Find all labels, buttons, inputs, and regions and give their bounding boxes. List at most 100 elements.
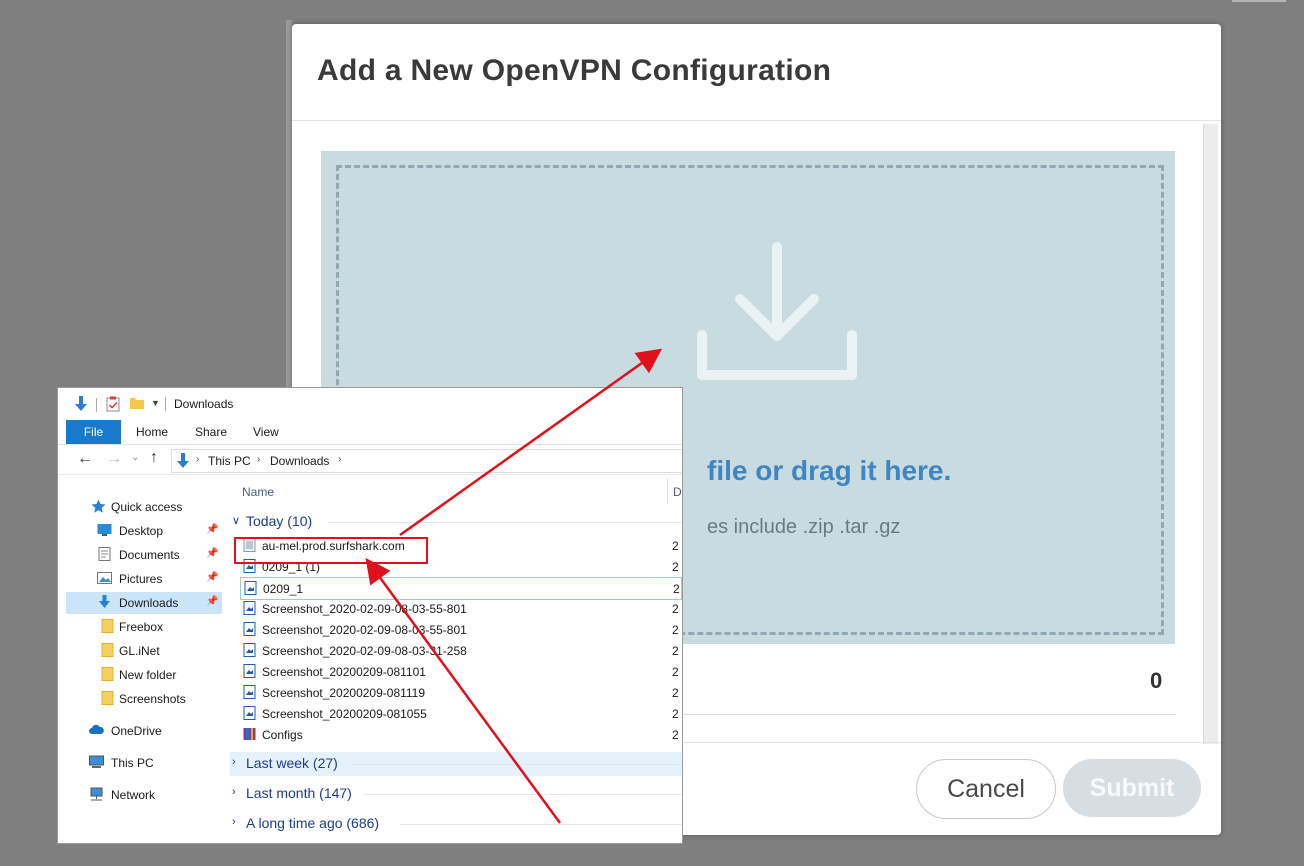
title-separator [165, 397, 166, 411]
group-today[interactable]: ∨ Today (10) [230, 510, 682, 534]
image-file-icon [243, 664, 256, 678]
chevron-right-icon: › [232, 816, 236, 828]
file-row[interactable]: Screenshot_20200209-081119 2 [240, 682, 680, 703]
folder-icon [101, 619, 114, 633]
file-date: 2 [672, 539, 679, 553]
file-row[interactable]: 0209_1 2 [240, 577, 682, 600]
properties-icon[interactable] [106, 396, 120, 412]
nav-item-new-folder[interactable]: New folder [66, 664, 222, 686]
pin-icon[interactable]: 📌 [206, 572, 218, 583]
file-date: 2 [672, 623, 679, 637]
group-label: Today (10) [246, 513, 313, 529]
file-row[interactable]: Screenshot_2020-02-09-08-03-31-258 2 [240, 640, 680, 661]
recent-locations-icon[interactable]: ⌄ [131, 452, 139, 463]
navigation-pane: Quick access Desktop 📌 Documents 📌 Pictu… [58, 474, 224, 843]
address-bar[interactable]: › This PC › Downloads › [171, 449, 682, 473]
nav-label: Pictures [119, 572, 163, 586]
file-date: 2 [672, 728, 679, 742]
tab-file[interactable]: File [66, 420, 121, 444]
group-long-ago[interactable]: › A long time ago (686) [230, 812, 682, 836]
breadcrumb-this-pc[interactable]: This PC [208, 454, 251, 468]
nav-label: Screenshots [119, 692, 186, 706]
file-row[interactable]: Screenshot_2020-02-09-08-03-55-801 2 [240, 619, 680, 640]
file-name: Configs [262, 728, 303, 742]
chevron-right-icon: › [232, 756, 236, 768]
breadcrumb-downloads[interactable]: Downloads [270, 454, 329, 468]
file-date: 2 [672, 665, 679, 679]
column-header-name[interactable]: Name [242, 485, 274, 499]
background-control [1232, 0, 1286, 2]
pin-icon[interactable]: 📌 [206, 524, 218, 535]
header-divider [292, 120, 1221, 121]
ribbon-tabs: File Home Share View [58, 420, 682, 445]
nav-item-pictures[interactable]: Pictures 📌 [66, 568, 222, 590]
new-folder-icon[interactable] [129, 396, 145, 410]
nav-item-onedrive[interactable]: OneDrive [66, 720, 222, 742]
breadcrumb-separator: › [338, 454, 342, 465]
cancel-button[interactable]: Cancel [916, 759, 1056, 819]
image-file-icon [243, 601, 256, 615]
nav-item-this-pc[interactable]: This PC [66, 752, 222, 774]
up-arrow-icon[interactable]: ↑ [150, 449, 158, 467]
group-label: Last week (27) [246, 755, 338, 771]
network-icon [90, 787, 103, 801]
file-name: Screenshot_20200209-081101 [262, 665, 426, 679]
nav-item-freebox[interactable]: Freebox [66, 616, 222, 638]
pin-icon[interactable]: 📌 [206, 548, 218, 559]
supported-types-text: es include .zip .tar .gz [707, 516, 901, 538]
file-row[interactable]: Screenshot_20200209-081055 2 [240, 703, 680, 724]
chevron-right-icon: › [232, 786, 236, 798]
title-bar: ▼ Downloads [58, 388, 682, 420]
nav-label: Documents [119, 548, 180, 562]
modal-title: Add a New OpenVPN Configuration [317, 54, 832, 87]
nav-label: Freebox [119, 620, 164, 634]
nav-item-downloads[interactable]: Downloads 📌 [66, 592, 222, 614]
chevron-down-icon: ∨ [232, 515, 241, 527]
file-date: 2 [673, 582, 680, 596]
breadcrumb-separator: › [196, 454, 200, 465]
tab-view[interactable]: View [253, 425, 279, 439]
column-divider[interactable] [667, 478, 668, 504]
list-divider [676, 714, 1176, 715]
pictures-icon [97, 572, 112, 584]
nav-label: Desktop [119, 524, 164, 538]
address-row: ← → ⌄ ↑ › This PC › Downloads › [58, 446, 682, 475]
back-arrow-icon[interactable]: ← [77, 450, 93, 468]
image-file-icon [243, 706, 256, 720]
nav-item-gl-inet[interactable]: GL.iNet [66, 640, 222, 662]
quick-access-dropdown-icon[interactable]: ▼ [151, 398, 160, 408]
column-header-date[interactable]: D [673, 485, 682, 499]
tab-share[interactable]: Share [195, 425, 227, 439]
star-icon [91, 499, 106, 513]
cloud-icon [89, 724, 104, 734]
file-row[interactable]: Screenshot_2020-02-09-08-03-55-801 2 [240, 598, 680, 619]
nav-label: GL.iNet [119, 644, 160, 658]
file-date: 2 [672, 707, 679, 721]
file-list: Name D ∨ Today (10) au-mel.prod.surfshar… [224, 474, 682, 843]
file-date: 2 [672, 560, 679, 574]
file-row[interactable]: Configs 2 [240, 724, 680, 745]
highlight-box [234, 537, 428, 564]
file-row[interactable]: Screenshot_20200209-081101 2 [240, 661, 680, 682]
forward-arrow-icon[interactable]: → [106, 450, 122, 468]
group-last-week[interactable]: › Last week (27) [230, 752, 682, 776]
folder-icon [101, 643, 114, 657]
nav-label: Network [111, 788, 156, 802]
submit-button[interactable]: Submit [1063, 759, 1201, 817]
modal-scrollbar[interactable] [1203, 124, 1218, 744]
group-rule [400, 824, 682, 825]
nav-item-desktop[interactable]: Desktop 📌 [66, 520, 222, 542]
file-explorer-window: ▼ Downloads File Home Share View ← → ⌄ ↑… [57, 387, 683, 844]
file-name: Screenshot_20200209-081119 [262, 686, 426, 700]
folder-icon [101, 691, 114, 705]
download-arrow-icon[interactable] [73, 395, 89, 413]
group-last-month[interactable]: › Last month (147) [230, 782, 682, 806]
nav-item-screenshots[interactable]: Screenshots [66, 688, 222, 710]
file-date: 2 [672, 602, 679, 616]
tab-home[interactable]: Home [136, 425, 168, 439]
computer-icon [89, 755, 104, 768]
nav-item-quick-access[interactable]: Quick access [66, 496, 222, 518]
pin-icon[interactable]: 📌 [206, 596, 218, 607]
nav-item-network[interactable]: Network [66, 784, 222, 806]
nav-item-documents[interactable]: Documents 📌 [66, 544, 222, 566]
